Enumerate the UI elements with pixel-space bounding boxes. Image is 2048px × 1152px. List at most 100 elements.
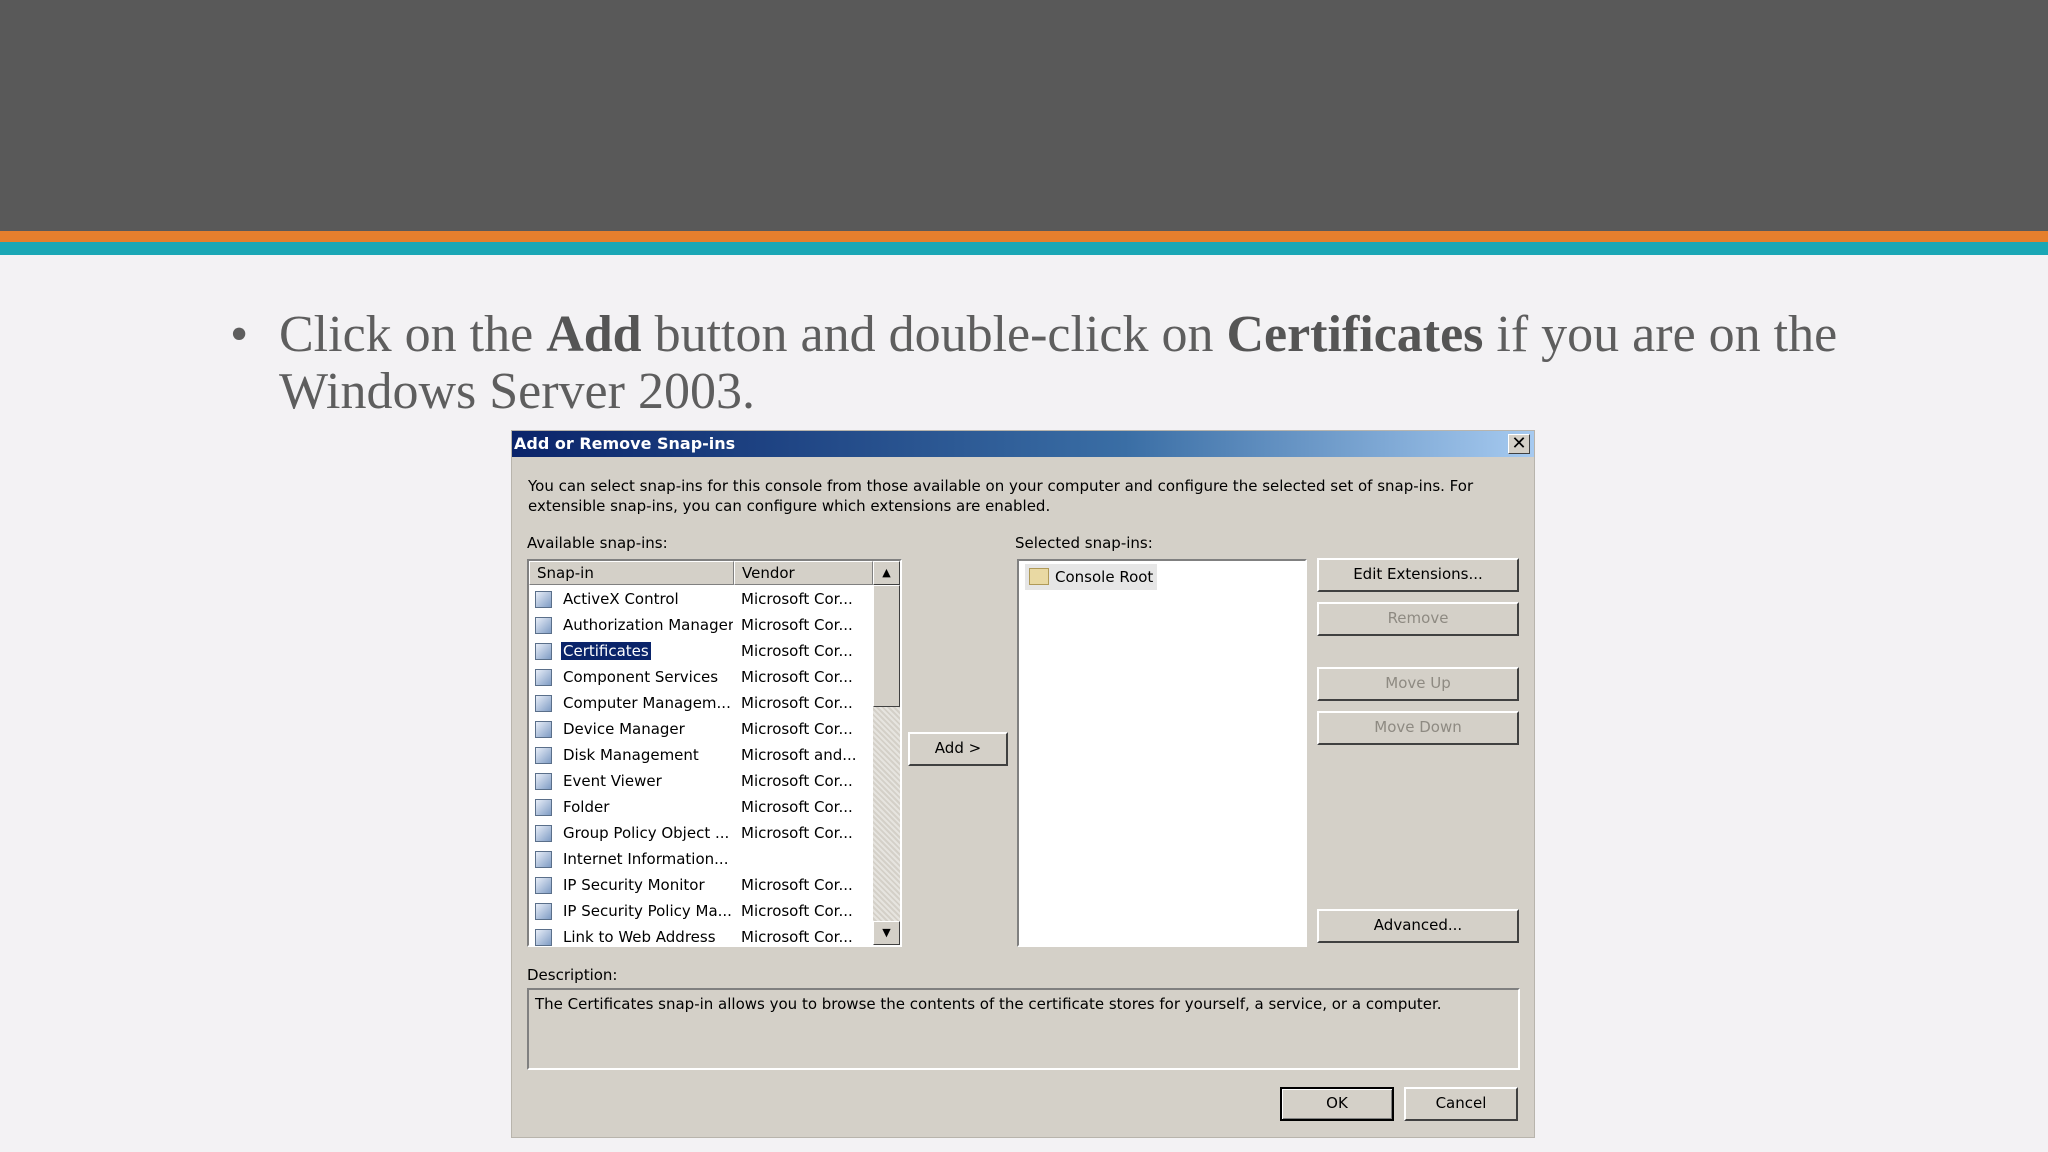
snapin-vendor: Microsoft Cor...: [741, 668, 853, 686]
add-button[interactable]: Add >: [908, 732, 1008, 766]
snapin-name: Link to Web Address: [563, 928, 716, 946]
snapin-icon: [535, 929, 552, 946]
snapin-vendor: Microsoft Cor...: [741, 642, 853, 660]
list-item[interactable]: Disk Management Microsoft and...: [529, 742, 873, 768]
snapin-name: Device Manager: [563, 720, 685, 738]
edit-extensions-button[interactable]: Edit Extensions...: [1317, 558, 1519, 592]
snapin-icon: [535, 721, 552, 738]
list-item[interactable]: ActiveX Control Microsoft Cor...: [529, 586, 873, 612]
orange-accent-stripe: [0, 231, 2048, 242]
list-item[interactable]: Internet Information...: [529, 846, 873, 872]
remove-button[interactable]: Remove: [1317, 602, 1519, 636]
list-item[interactable]: Link to Web Address Microsoft Cor...: [529, 924, 873, 950]
snapin-name-cell: Disk Management: [561, 742, 733, 768]
scroll-thumb[interactable]: [873, 585, 900, 707]
description-label: Description:: [527, 966, 618, 984]
snapin-name-cell: Event Viewer: [561, 768, 733, 794]
snapin-icon: [535, 695, 552, 712]
snapin-name: Disk Management: [563, 746, 699, 764]
dialog-titlebar[interactable]: Add or Remove Snap-ins ✕: [512, 431, 1534, 457]
snapin-name-cell: Computer Managem...: [561, 690, 733, 716]
snapin-name-cell: Internet Information...: [561, 846, 733, 872]
scroll-up-icon[interactable]: ▲: [873, 561, 900, 585]
snapin-rows: ActiveX Control Microsoft Cor... Authoriza…: [529, 586, 873, 950]
snapin-vendor: Microsoft and...: [741, 746, 857, 764]
list-item[interactable]: Group Policy Object ... Microsoft Cor...: [529, 820, 873, 846]
snapin-name-cell: Folder: [561, 794, 733, 820]
snapin-icon: [535, 643, 552, 660]
snapin-vendor: Microsoft Cor...: [741, 902, 853, 920]
close-icon[interactable]: ✕: [1508, 434, 1530, 454]
snapin-icon: [535, 669, 552, 686]
selected-snapins-list[interactable]: Console Root: [1017, 559, 1307, 947]
list-item[interactable]: Folder Microsoft Cor...: [529, 794, 873, 820]
snapin-icon: [535, 747, 552, 764]
snapin-name: IP Security Monitor: [563, 876, 705, 894]
list-item[interactable]: IP Security Monitor Microsoft Cor...: [529, 872, 873, 898]
list-item-console-root[interactable]: Console Root: [1025, 564, 1158, 590]
snapin-name-cell: Group Policy Object ...: [561, 820, 733, 846]
snapin-name-cell: Authorization Manager: [561, 612, 733, 638]
selected-snapins-label: Selected snap-ins:: [1015, 534, 1153, 552]
snapin-name: Event Viewer: [563, 772, 662, 790]
dialog-title: Add or Remove Snap-ins: [514, 434, 736, 453]
ok-button[interactable]: OK: [1280, 1087, 1394, 1121]
snapin-vendor: Microsoft Cor...: [741, 720, 853, 738]
snapin-icon: [535, 877, 552, 894]
snapin-icon: [535, 591, 552, 608]
snapin-name: Certificates: [561, 642, 651, 660]
list-item[interactable]: Component Services Microsoft Cor...: [529, 664, 873, 690]
list-item[interactable]: IP Security Policy Ma... Microsoft Cor...: [529, 898, 873, 924]
slide-header-band: [0, 0, 2048, 231]
snapin-icon: [535, 903, 552, 920]
list-item[interactable]: Computer Managem... Microsoft Cor...: [529, 690, 873, 716]
snapin-icon: [535, 617, 552, 634]
snapin-vendor: Microsoft Cor...: [741, 798, 853, 816]
column-header-vendor[interactable]: Vendor: [734, 561, 873, 585]
list-header: Snap-in Vendor: [529, 561, 873, 585]
description-text: The Certificates snap-in allows you to b…: [535, 995, 1442, 1013]
intro-text: You can select snap-ins for this console…: [528, 477, 1474, 515]
description-box: The Certificates snap-in allows you to b…: [527, 988, 1520, 1070]
snapin-name-cell: Link to Web Address: [561, 924, 733, 950]
snapin-icon: [535, 799, 552, 816]
snapin-name-cell: Device Manager: [561, 716, 733, 742]
snapin-vendor: Microsoft Cor...: [741, 876, 853, 894]
snapin-name: Internet Information...: [563, 850, 729, 868]
column-header-snapin[interactable]: Snap-in: [529, 561, 734, 585]
snapin-name: Authorization Manager: [563, 616, 733, 634]
bullet-text: Click on the Add button and double-click…: [279, 306, 1838, 420]
snapin-vendor: Microsoft Cor...: [741, 694, 853, 712]
snapin-vendor: Microsoft Cor...: [741, 824, 853, 842]
snapin-icon: [535, 773, 552, 790]
snapin-icon: [535, 851, 552, 868]
cancel-button[interactable]: Cancel: [1404, 1087, 1518, 1121]
list-item[interactable]: Certificates Microsoft Cor...: [529, 638, 873, 664]
snapin-name: ActiveX Control: [563, 590, 679, 608]
available-snapins-label: Available snap-ins:: [527, 534, 668, 552]
add-remove-snapins-dialog: Add or Remove Snap-ins ✕ You can select …: [511, 430, 1535, 1138]
snapin-name-cell: IP Security Policy Ma...: [561, 898, 733, 924]
snapin-name-cell: Component Services: [561, 664, 733, 690]
snapin-vendor: Microsoft Cor...: [741, 928, 853, 946]
snapin-name: Computer Managem...: [563, 694, 731, 712]
snapin-vendor: Microsoft Cor...: [741, 616, 853, 634]
vertical-scrollbar[interactable]: ▲ ▼: [873, 561, 900, 945]
folder-icon: [1029, 568, 1049, 585]
snapin-name: Group Policy Object ...: [563, 824, 730, 842]
move-up-button[interactable]: Move Up: [1317, 667, 1519, 701]
snapin-name-cell: Certificates: [561, 638, 733, 664]
advanced-button[interactable]: Advanced...: [1317, 909, 1519, 943]
scroll-down-icon[interactable]: ▼: [873, 921, 900, 945]
available-snapins-list[interactable]: Snap-in Vendor ActiveX Control Microsoft …: [527, 559, 902, 947]
snapin-vendor: Microsoft Cor...: [741, 772, 853, 790]
snapin-name: Folder: [563, 798, 610, 816]
snapin-name: Component Services: [563, 668, 719, 686]
list-item[interactable]: Device Manager Microsoft Cor...: [529, 716, 873, 742]
move-down-button[interactable]: Move Down: [1317, 711, 1519, 745]
list-item[interactable]: Event Viewer Microsoft Cor...: [529, 768, 873, 794]
snapin-vendor: Microsoft Cor...: [741, 590, 853, 608]
bullet-point-icon: •: [230, 306, 249, 363]
list-item[interactable]: Authorization Manager Microsoft Cor...: [529, 612, 873, 638]
snapin-name: IP Security Policy Ma...: [563, 902, 732, 920]
